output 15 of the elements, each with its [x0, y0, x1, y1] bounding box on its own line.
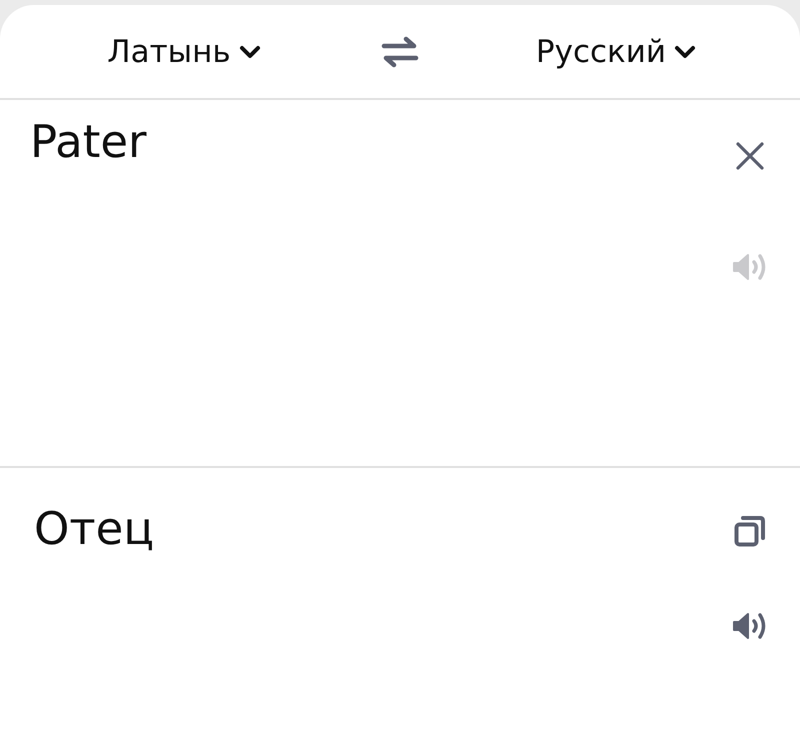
swap-languages-button[interactable]	[381, 36, 419, 68]
speaker-icon	[732, 253, 768, 281]
target-language-button[interactable]: Русский	[530, 30, 702, 74]
translation-text: Отец	[34, 501, 154, 557]
copy-icon	[734, 515, 766, 547]
source-text[interactable]: Pater	[30, 112, 147, 172]
clear-button[interactable]	[735, 141, 765, 171]
source-language-button[interactable]: Латынь	[101, 30, 267, 74]
speaker-icon	[732, 612, 768, 640]
copy-button[interactable]	[734, 515, 766, 547]
listen-button[interactable]	[732, 612, 768, 640]
caret-icon	[238, 44, 261, 58]
swap-icon	[381, 36, 419, 68]
close-icon	[735, 141, 765, 171]
caret-icon	[674, 44, 696, 58]
